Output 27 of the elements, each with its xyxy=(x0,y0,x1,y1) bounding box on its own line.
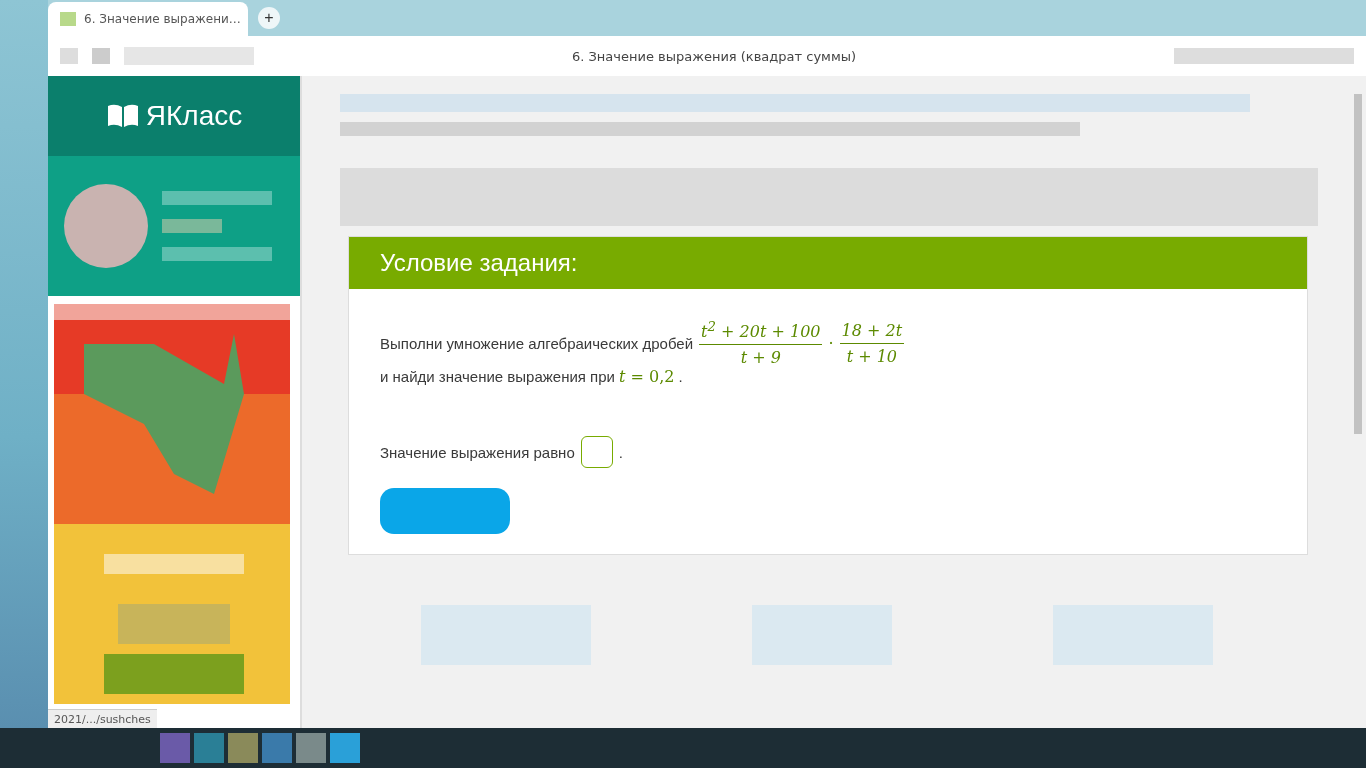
period: . xyxy=(678,368,683,386)
answer-label: Значение выражения равно xyxy=(380,443,575,461)
fraction: t$^{2}$ + 20t + 100 t + 9 xyxy=(699,319,823,368)
task-text: и найди значение выражения при xyxy=(380,368,615,386)
new-tab-button[interactable]: + xyxy=(258,7,280,29)
check-button[interactable] xyxy=(380,488,510,535)
taskbar-icon[interactable] xyxy=(194,733,224,763)
address-field[interactable] xyxy=(124,47,254,65)
logo[interactable]: ЯКласс xyxy=(145,100,243,132)
book-icon xyxy=(105,103,140,129)
answer-field[interactable] xyxy=(580,436,613,469)
fraction: 18 + 2t t + 10 xyxy=(839,320,905,366)
taskbar-icon[interactable] xyxy=(228,733,258,763)
taskbar-icon[interactable] xyxy=(160,733,190,763)
card-title: Условие задания: xyxy=(380,249,578,277)
math-expression: t = 0,2 xyxy=(618,367,675,387)
multiply-sign: · xyxy=(828,333,834,353)
taskbar-icon[interactable] xyxy=(330,733,360,763)
taskbar-icon[interactable] xyxy=(296,733,326,763)
page-title: 6. Значение выражения (квадрат суммы) xyxy=(570,48,858,64)
period: . xyxy=(618,443,623,461)
taskbar-icon[interactable] xyxy=(262,733,292,763)
status-url: 2021/.../sushches xyxy=(48,709,157,728)
scrollbar-thumb[interactable] xyxy=(1354,94,1362,434)
browser-tab[interactable]: 6. Значение выражени… xyxy=(48,2,248,36)
favicon-icon xyxy=(60,12,76,26)
task-text: Выполни умножение алгебраических дробей xyxy=(380,334,694,352)
